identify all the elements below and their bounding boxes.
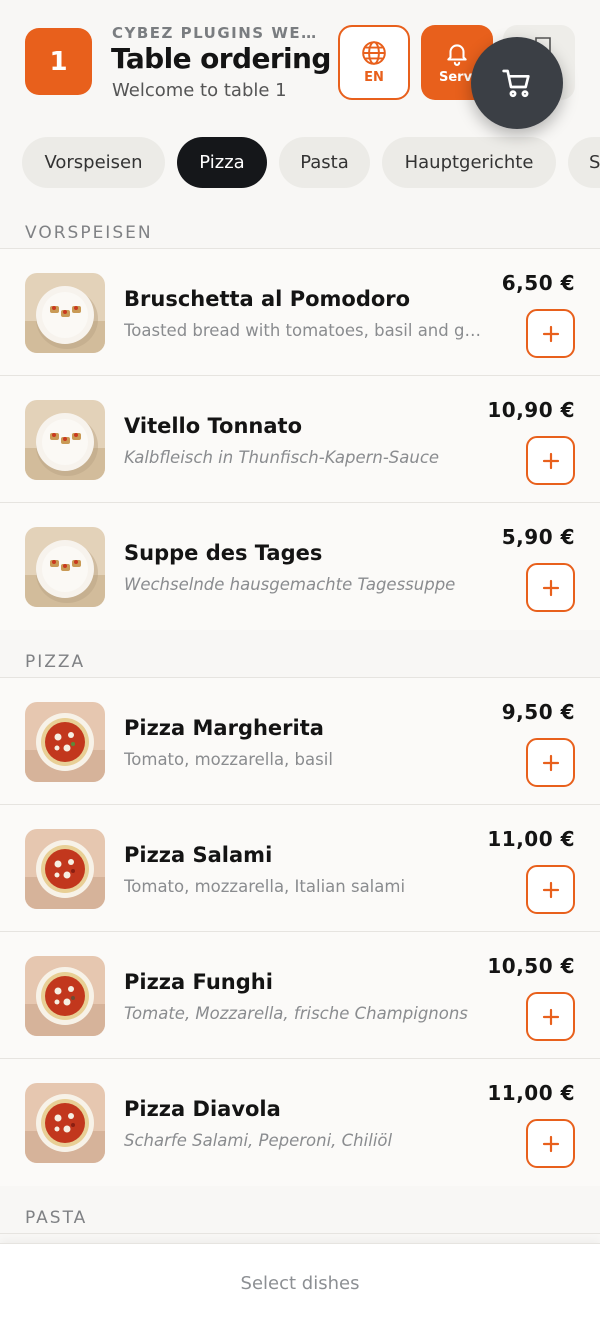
dish-image bbox=[25, 956, 105, 1036]
menu-item[interactable]: Vitello Tonnato Kalbfleisch in Thunfisch… bbox=[0, 376, 600, 503]
checkout-bar-label: Select dishes bbox=[240, 1273, 360, 1294]
header: 1 CYBEZ PLUGINS WEB… Table ordering Welc… bbox=[0, 0, 600, 129]
add-to-cart-button[interactable] bbox=[526, 436, 575, 485]
table-ordering-page: 1 CYBEZ PLUGINS WEB… Table ordering Welc… bbox=[0, 0, 600, 1323]
dish-image bbox=[25, 273, 105, 353]
plus-icon bbox=[542, 325, 559, 342]
section-title-vorspeisen: VORSPEISEN bbox=[25, 223, 153, 243]
item-price: 6,50 € bbox=[501, 271, 575, 295]
cart-icon bbox=[502, 69, 530, 98]
item-price: 5,90 € bbox=[501, 525, 575, 549]
menu-item[interactable]: Pizza Diavola Scharfe Salami, Peperoni, … bbox=[0, 1059, 600, 1186]
item-name: Pizza Salami bbox=[124, 843, 273, 867]
menu-item[interactable]: Bruschetta al Pomodoro Toasted bread wit… bbox=[0, 249, 600, 376]
item-description: Tomato, mozzarella, basil bbox=[124, 750, 333, 769]
item-name: Vitello Tonnato bbox=[124, 414, 302, 438]
item-description: Tomato, mozzarella, Italian salami bbox=[124, 877, 406, 896]
section-title-pizza: PIZZA bbox=[25, 652, 86, 672]
item-name: Suppe des Tages bbox=[124, 541, 323, 565]
tab-next-category[interactable]: S bbox=[568, 137, 600, 188]
item-price: 11,00 € bbox=[487, 827, 575, 851]
checkout-bar[interactable]: Select dishes bbox=[0, 1243, 600, 1323]
menu-item[interactable]: Suppe des Tages Wechselnde hausgemachte … bbox=[0, 503, 600, 630]
plus-icon bbox=[542, 452, 559, 469]
globe-icon bbox=[362, 41, 386, 65]
category-tabs: Vorspeisen Pizza Pasta Hauptgerichte S bbox=[0, 137, 600, 189]
item-name: Pizza Funghi bbox=[124, 970, 273, 994]
dish-image bbox=[25, 702, 105, 782]
plus-icon bbox=[542, 1135, 559, 1152]
dish-image bbox=[25, 829, 105, 909]
item-price: 10,90 € bbox=[487, 398, 575, 422]
item-price: 10,50 € bbox=[487, 954, 575, 978]
page-title: Table ordering bbox=[111, 42, 331, 75]
plus-icon bbox=[542, 1008, 559, 1025]
item-price: 11,00 € bbox=[487, 1081, 575, 1105]
dish-image bbox=[25, 1083, 105, 1163]
tab-vorspeisen[interactable]: Vorspeisen bbox=[22, 137, 165, 188]
item-description: Scharfe Salami, Peperoni, Chiliöl bbox=[124, 1131, 393, 1150]
brand-name: CYBEZ PLUGINS WEB… bbox=[112, 24, 322, 42]
add-to-cart-button[interactable] bbox=[526, 1119, 575, 1168]
add-to-cart-button[interactable] bbox=[526, 738, 575, 787]
plus-icon bbox=[542, 881, 559, 898]
divider bbox=[0, 1233, 600, 1234]
add-to-cart-button[interactable] bbox=[526, 563, 575, 612]
table-number-badge: 1 bbox=[25, 28, 92, 95]
add-to-cart-button[interactable] bbox=[526, 992, 575, 1041]
menu-item[interactable]: Pizza Funghi Tomate, Mozzarella, frische… bbox=[0, 932, 600, 1059]
tab-pizza[interactable]: Pizza bbox=[177, 137, 267, 188]
menu-item[interactable]: Pizza Salami Tomato, mozzarella, Italian… bbox=[0, 805, 600, 932]
item-price: 9,50 € bbox=[501, 700, 575, 724]
add-to-cart-button[interactable] bbox=[526, 865, 575, 914]
item-description: Kalbfleisch in Thunfisch-Kapern-Sauce bbox=[124, 448, 440, 467]
welcome-text: Welcome to table 1 bbox=[112, 80, 287, 101]
menu-item[interactable]: Pizza Margherita Tomato, mozzarella, bas… bbox=[0, 678, 600, 805]
item-description: Toasted bread with tomatoes, basil and g… bbox=[124, 321, 484, 340]
plus-icon bbox=[542, 754, 559, 771]
item-name: Pizza Diavola bbox=[124, 1097, 281, 1121]
item-description: Tomate, Mozzarella, frische Champignons bbox=[124, 1004, 468, 1023]
add-to-cart-button[interactable] bbox=[526, 309, 575, 358]
bell-icon bbox=[447, 44, 467, 66]
tab-pasta[interactable]: Pasta bbox=[279, 137, 370, 188]
item-description: Wechselnde hausgemachte Tagessuppe bbox=[124, 575, 456, 594]
item-name: Bruschetta al Pomodoro bbox=[124, 287, 411, 311]
dish-image bbox=[25, 400, 105, 480]
section-title-pasta: PASTA bbox=[25, 1208, 88, 1228]
language-label: EN bbox=[364, 70, 384, 85]
tab-hauptgerichte[interactable]: Hauptgerichte bbox=[382, 137, 556, 188]
plus-icon bbox=[542, 579, 559, 596]
language-button[interactable]: EN bbox=[338, 25, 410, 100]
cart-button[interactable] bbox=[471, 37, 563, 129]
item-name: Pizza Margherita bbox=[124, 716, 324, 740]
dish-image bbox=[25, 527, 105, 607]
